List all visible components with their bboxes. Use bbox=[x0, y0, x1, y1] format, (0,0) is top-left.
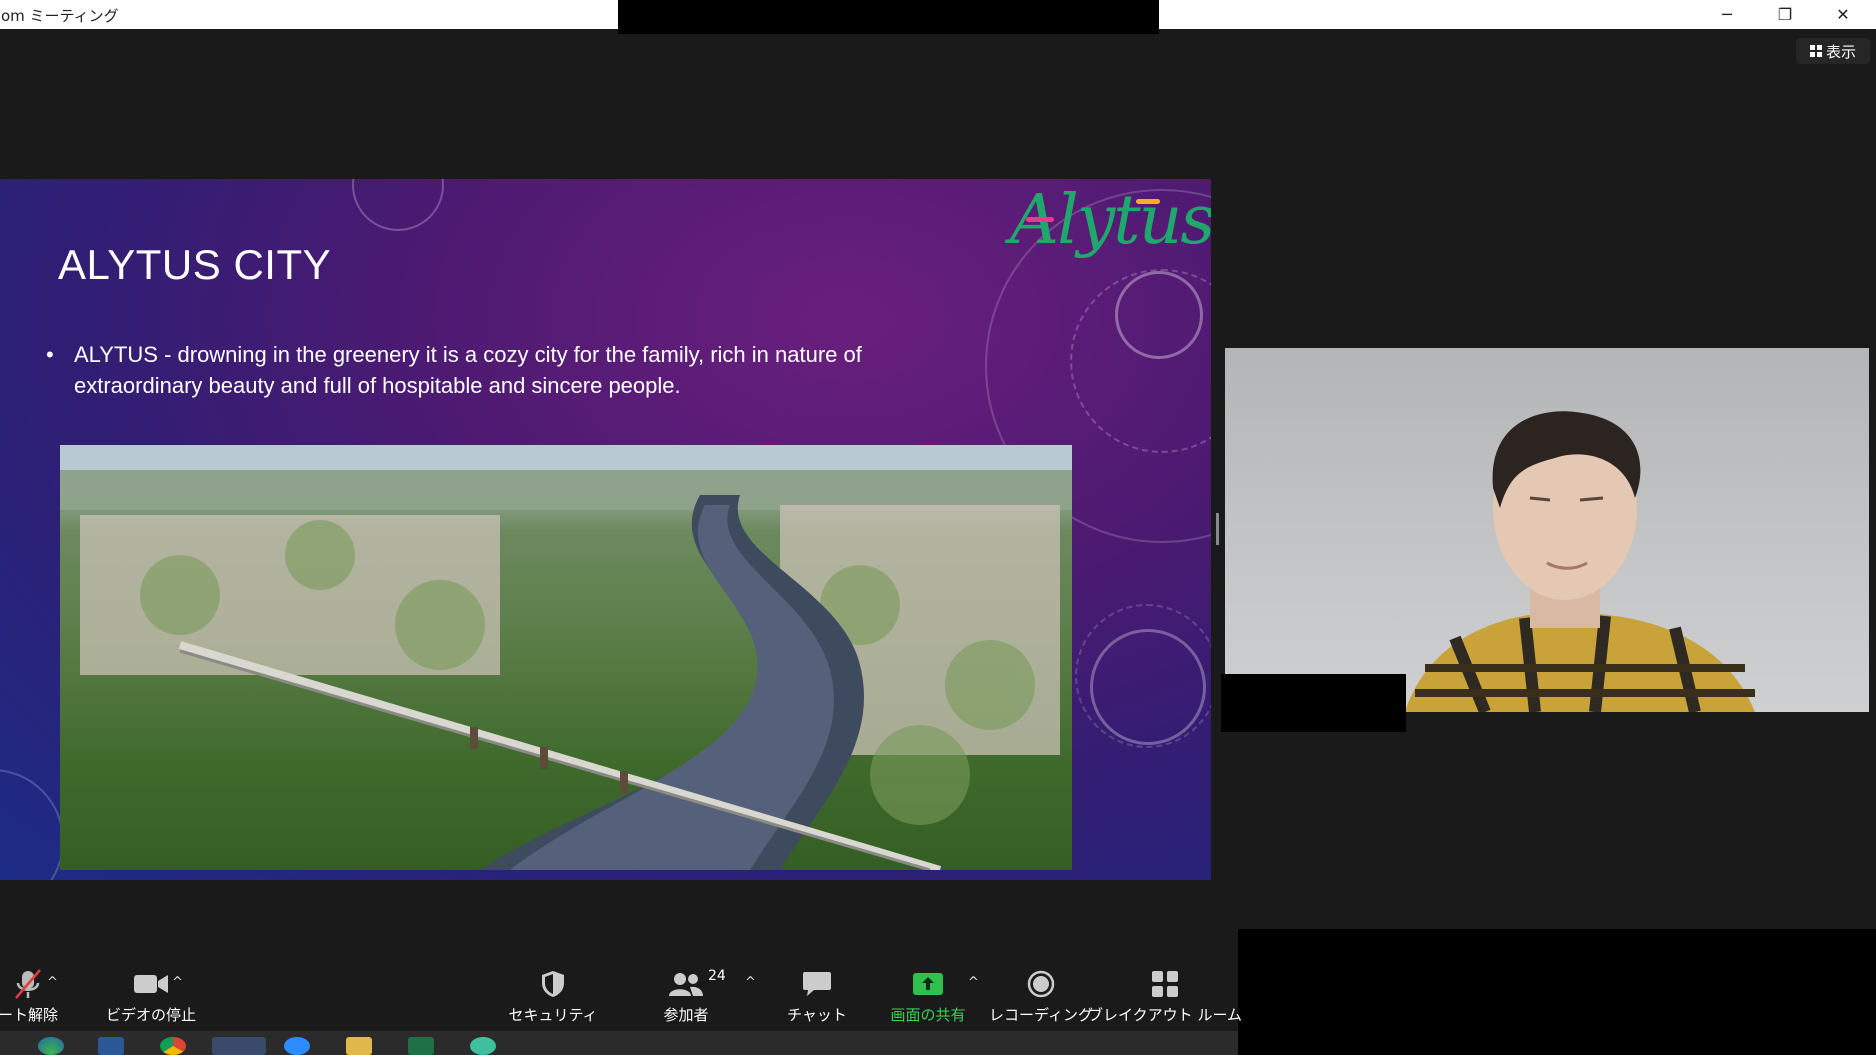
title-bar: om ミーティング ─ ❐ ✕ bbox=[0, 0, 1876, 34]
decor-circle bbox=[1115, 271, 1203, 359]
view-label: 表示 bbox=[1825, 42, 1856, 61]
decor-circle bbox=[1075, 604, 1211, 748]
share-screen-icon bbox=[913, 973, 943, 995]
chat-bubble-icon bbox=[803, 972, 831, 996]
grid-view-icon bbox=[1809, 45, 1822, 57]
redaction-bar bbox=[618, 0, 1159, 34]
breakout-rooms-label: ブレイクアウト ルーム bbox=[1087, 1006, 1243, 1024]
stop-video-label: ビデオの停止 bbox=[105, 1006, 196, 1024]
breakout-rooms-button[interactable]: ブレイクアウト ルーム bbox=[1088, 955, 1242, 1031]
slide-bullet: • ALYTUS - drowning in the greenery it i… bbox=[46, 339, 946, 401]
participants-button[interactable]: 24 参加者 bbox=[646, 955, 726, 1031]
unmute-label: ート解除 bbox=[0, 1006, 59, 1024]
zoom-app-icon[interactable] bbox=[284, 1037, 310, 1055]
bullet-marker: • bbox=[46, 342, 54, 367]
video-camera-icon bbox=[134, 975, 168, 993]
app-icon[interactable] bbox=[470, 1037, 496, 1055]
chat-label: チャット bbox=[787, 1006, 847, 1024]
alytus-logo: Alytus bbox=[1010, 181, 1211, 260]
shield-icon bbox=[542, 971, 564, 997]
decor-circle bbox=[352, 179, 444, 231]
participant-illustration bbox=[1405, 411, 1755, 712]
meeting-toolbar: ート解除 ^ ビデオの停止 ^ セキュリティ 24 参加者 ^ チャット 画面の… bbox=[0, 955, 1242, 1031]
participants-count: 24 bbox=[708, 968, 726, 984]
windows-taskbar bbox=[0, 1031, 1238, 1055]
record-icon bbox=[1027, 970, 1055, 998]
slide-title: ALYTUS CITY bbox=[58, 241, 332, 288]
breakout-rooms-icon bbox=[1152, 971, 1178, 997]
audio-options-caret[interactable]: ^ bbox=[47, 975, 58, 990]
security-label: セキュリティ bbox=[508, 1006, 598, 1024]
edge-icon[interactable] bbox=[38, 1037, 64, 1055]
chrome-icon[interactable] bbox=[160, 1037, 186, 1055]
stop-video-button[interactable]: ビデオの停止 bbox=[86, 955, 216, 1031]
bullet-text: ALYTUS - drowning in the greenery it is … bbox=[74, 342, 862, 398]
record-label: レコーディング bbox=[989, 1006, 1093, 1024]
word-icon[interactable] bbox=[98, 1037, 124, 1055]
video-options-caret[interactable]: ^ bbox=[172, 975, 183, 990]
close-button[interactable]: ✕ bbox=[1814, 0, 1872, 29]
participant-name-redaction bbox=[1221, 674, 1406, 732]
view-button[interactable]: 表示 bbox=[1796, 38, 1870, 64]
participants-icon bbox=[669, 973, 703, 996]
unmute-button[interactable]: ート解除 bbox=[0, 955, 59, 1031]
participants-options-caret[interactable]: ^ bbox=[745, 975, 756, 990]
city-aerial-photo bbox=[60, 445, 1072, 870]
panel-resize-handle[interactable] bbox=[1216, 513, 1219, 545]
security-button[interactable]: セキュリティ bbox=[508, 955, 598, 1031]
file-explorer-icon[interactable] bbox=[346, 1037, 372, 1055]
minimize-button[interactable]: ─ bbox=[1698, 0, 1756, 29]
record-button[interactable]: レコーディング bbox=[989, 955, 1093, 1031]
share-options-caret[interactable]: ^ bbox=[968, 975, 979, 990]
share-screen-label: 画面の共有 bbox=[890, 1006, 966, 1024]
shared-screen-slide: Alytus ALYTUS CITY • ALYTUS - drowning i… bbox=[0, 179, 1211, 880]
zoom-taskbar-icon[interactable] bbox=[212, 1037, 266, 1055]
excel-icon[interactable] bbox=[408, 1037, 434, 1055]
decor-circle bbox=[0, 769, 64, 880]
restore-button[interactable]: ❐ bbox=[1756, 0, 1814, 29]
chat-button[interactable]: チャット bbox=[776, 955, 858, 1031]
aerial-photo-illustration bbox=[60, 445, 1072, 870]
participant-video bbox=[1225, 348, 1869, 712]
bottom-right-area bbox=[1238, 929, 1876, 1055]
window-title: om ミーティング bbox=[1, 7, 119, 25]
share-screen-button[interactable]: 画面の共有 bbox=[880, 955, 976, 1031]
participants-label: 参加者 bbox=[663, 1006, 709, 1024]
mic-muted-icon bbox=[15, 969, 41, 999]
